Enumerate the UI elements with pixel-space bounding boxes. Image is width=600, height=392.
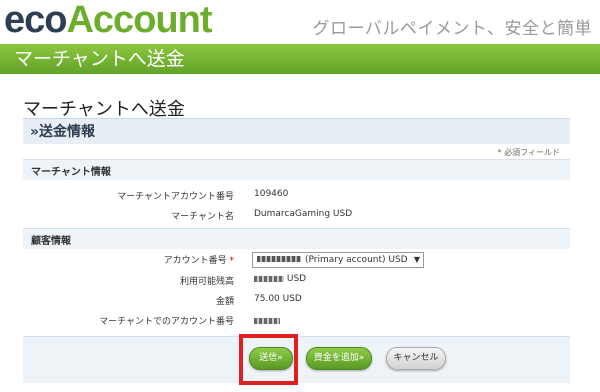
required-note: * 必須フィールド bbox=[497, 148, 560, 157]
ecoaccount-logo[interactable]: ecoAccount bbox=[4, 0, 212, 42]
tagline: グローバルペイメント、安全と簡単 bbox=[312, 19, 592, 39]
merchant-side-account-value bbox=[254, 316, 280, 326]
add-funds-button[interactable]: 資金を追加» bbox=[306, 347, 372, 370]
required-mark: * bbox=[229, 256, 235, 266]
merchant-name-value: DumarcaGaming USD bbox=[254, 209, 353, 219]
header: ecoAccount グローバルペイメント、安全と簡単 bbox=[0, 0, 600, 44]
merchant-info-header: マーチャント情報 bbox=[23, 159, 570, 180]
section-header: »送金情報 bbox=[23, 118, 570, 144]
balance-value: USD bbox=[254, 274, 306, 284]
customer-info-header: 顧客情報 bbox=[23, 228, 570, 249]
masked-account-number bbox=[257, 256, 301, 262]
merchant-side-account-label: マーチャントでのアカウント番号 bbox=[99, 317, 234, 327]
amount-value: 75.00 USD bbox=[254, 294, 302, 304]
merchant-account-value: 109460 bbox=[254, 189, 289, 199]
account-select[interactable]: (Primary account) USD ▼ bbox=[252, 252, 424, 268]
cancel-button[interactable]: キャンセル bbox=[386, 347, 446, 370]
balance-label: 利用可能残高 bbox=[179, 277, 234, 287]
merchant-info-heading: マーチャント情報 bbox=[31, 167, 111, 178]
chevron-down-icon[interactable]: ▼ bbox=[414, 253, 420, 267]
customer-info-heading: 顧客情報 bbox=[31, 236, 71, 247]
masked-merchant-account bbox=[254, 317, 280, 324]
highlight-box bbox=[239, 334, 298, 385]
account-select-value: (Primary account) USD bbox=[305, 255, 408, 265]
banner: マーチャントへ送金 bbox=[0, 44, 600, 74]
account-number-label: アカウント番号 * bbox=[163, 256, 235, 266]
banner-title: マーチャントへ送金 bbox=[14, 48, 185, 70]
amount-label: 金額 bbox=[215, 297, 234, 307]
merchant-name-label: マーチャント名 bbox=[171, 212, 234, 222]
merchant-account-label: マーチャントアカウント番号 bbox=[117, 192, 234, 202]
section-title: »送金情報 bbox=[30, 124, 96, 140]
masked-balance bbox=[254, 275, 284, 282]
